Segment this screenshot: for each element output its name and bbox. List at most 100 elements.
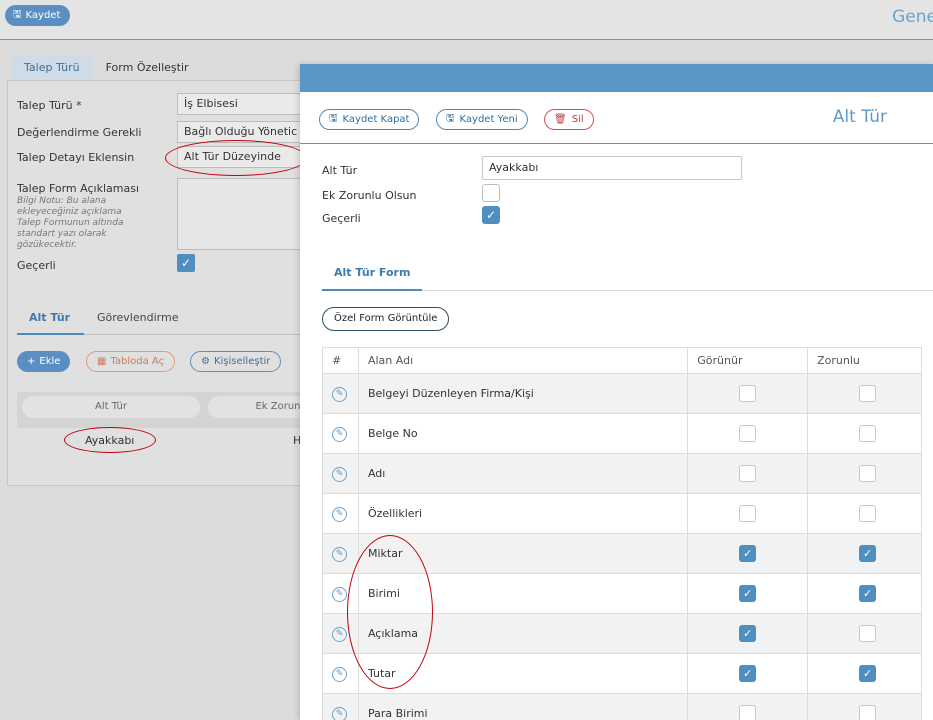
plus-icon: +	[27, 356, 36, 367]
table-row[interactable]: ✎ Para Birimi	[322, 693, 922, 720]
add-button-label: Ekle	[39, 356, 61, 367]
table-row[interactable]: ✎ Açıklama ✓	[322, 613, 922, 654]
gorunur-cell	[687, 693, 809, 720]
save-close-button[interactable]: 🖫 Kaydet Kapat	[319, 109, 420, 130]
open-table-label: Tabloda Aç	[110, 356, 165, 367]
gorunur-checkbox[interactable]	[739, 705, 757, 720]
zorunlu-cell	[807, 693, 922, 720]
gorunur-checkbox[interactable]	[739, 465, 757, 482]
edit-cell[interactable]: ✎	[322, 493, 359, 534]
gorunur-cell: ✓	[687, 573, 809, 614]
save-new-button[interactable]: 🖫 Kaydet Yeni	[436, 109, 528, 130]
aciklama-label: Talep Form Açıklaması	[17, 182, 139, 195]
edit-icon[interactable]: ✎	[332, 426, 347, 442]
edit-cell[interactable]: ✎	[322, 653, 359, 694]
check-icon: ✓	[180, 256, 192, 270]
table-row[interactable]: ✎ Tutar ✓ ✓	[322, 653, 922, 694]
edit-icon[interactable]: ✎	[332, 466, 347, 482]
edit-icon[interactable]: ✎	[332, 506, 347, 522]
zorunlu-cell: ✓	[807, 653, 922, 694]
gecerli-checkbox[interactable]: ✓	[482, 206, 500, 224]
field-name-cell: Belgeyi Düzenleyen Firma/Kişi	[357, 373, 689, 414]
gorunur-checkbox[interactable]: ✓	[739, 585, 757, 602]
edit-cell[interactable]: ✎	[322, 693, 359, 720]
page-title: Gene	[892, 7, 933, 27]
edit-cell[interactable]: ✎	[322, 453, 359, 494]
grid-cell-alt-tur[interactable]: Ayakkabı	[85, 434, 134, 447]
field-name-cell: Belge No	[357, 413, 689, 454]
gorunur-checkbox[interactable]	[739, 505, 757, 522]
gorunur-checkbox[interactable]: ✓	[739, 665, 757, 682]
alt-tur-input[interactable]: Ayakkabı	[482, 156, 742, 180]
zorunlu-checkbox[interactable]	[859, 385, 877, 402]
zorunlu-checkbox[interactable]	[859, 505, 877, 522]
open-table-button[interactable]: ▦ Tabloda Aç	[86, 351, 176, 372]
gear-icon: ⚙	[201, 356, 210, 367]
edit-cell[interactable]: ✎	[322, 533, 359, 574]
save-button-label: Kaydet	[25, 10, 61, 21]
edit-icon[interactable]: ✎	[332, 666, 347, 682]
modal-toolbar: 🖫 Kaydet Kapat 🖫 Kaydet Yeni 🗑 Sil Alt T…	[300, 92, 933, 144]
gecerli-checkbox[interactable]: ✓	[177, 254, 195, 272]
edit-icon[interactable]: ✎	[332, 626, 347, 642]
column-zorunlu[interactable]: Zorunlu	[807, 347, 922, 374]
degerlendirme-select[interactable]: Bağlı Olduğu Yönetic	[177, 121, 317, 143]
detay-select[interactable]: Alt Tür Düzeyinde	[177, 146, 317, 168]
customize-label: Kişiselleştir	[213, 356, 271, 367]
edit-icon[interactable]: ✎	[332, 386, 347, 402]
zorunlu-cell	[807, 413, 922, 454]
custom-form-button[interactable]: Özel Form Görüntüle	[322, 307, 450, 331]
edit-cell[interactable]: ✎	[322, 573, 359, 614]
zorunlu-checkbox[interactable]: ✓	[859, 545, 877, 562]
gorunur-cell: ✓	[687, 613, 809, 654]
add-button[interactable]: + Ekle	[17, 351, 71, 372]
gorunur-checkbox[interactable]: ✓	[739, 625, 757, 642]
table-row[interactable]: ✎ Belge No	[322, 413, 922, 454]
gorunur-cell	[687, 373, 809, 414]
table-row[interactable]: ✎ Adı	[322, 453, 922, 494]
zorunlu-checkbox[interactable]	[859, 465, 877, 482]
gecerli-label: Geçerli	[322, 212, 361, 225]
save-button[interactable]: 🖫 Kaydet	[5, 5, 71, 26]
tab-alt-tur-form[interactable]: Alt Tür Form	[322, 261, 423, 291]
delete-label: Sil	[571, 114, 584, 125]
field-name-cell: Birimi	[357, 573, 689, 614]
edit-cell[interactable]: ✎	[322, 373, 359, 414]
table-row[interactable]: ✎ Özellikleri	[322, 493, 922, 534]
delete-button[interactable]: 🗑 Sil	[544, 109, 594, 130]
table-row[interactable]: ✎ Belgeyi Düzenleyen Firma/Kişi	[322, 373, 922, 414]
field-name-cell: Açıklama	[357, 613, 689, 654]
gorunur-cell	[687, 453, 809, 494]
gorunur-checkbox[interactable]: ✓	[739, 545, 757, 562]
tab-alt-tur[interactable]: Alt Tür	[29, 311, 70, 324]
field-name-cell: Tutar	[357, 653, 689, 694]
zorunlu-checkbox[interactable]	[859, 625, 877, 642]
ek-zorunlu-checkbox[interactable]	[482, 184, 500, 202]
edit-cell[interactable]: ✎	[322, 413, 359, 454]
edit-icon[interactable]: ✎	[332, 706, 347, 720]
table-icon: ▦	[97, 356, 107, 367]
edit-icon[interactable]: ✎	[332, 546, 347, 562]
tab-gorevlendirme[interactable]: Görevlendirme	[97, 311, 178, 324]
gorunur-checkbox[interactable]	[739, 385, 757, 402]
field-name-cell: Adı	[357, 453, 689, 494]
aciklama-textarea[interactable]	[177, 178, 317, 250]
talep-turu-field[interactable]: İş Elbisesi	[177, 93, 317, 115]
gorunur-checkbox[interactable]	[739, 425, 757, 442]
zorunlu-checkbox[interactable]	[859, 425, 877, 442]
zorunlu-checkbox[interactable]	[859, 705, 877, 720]
edit-icon[interactable]: ✎	[332, 586, 347, 602]
column-alan-adi[interactable]: Alan Adı	[357, 347, 689, 374]
edit-cell[interactable]: ✎	[322, 613, 359, 654]
table-row[interactable]: ✎ Birimi ✓ ✓	[322, 573, 922, 614]
column-alt-tur[interactable]: Alt Tür	[22, 396, 200, 418]
customize-button[interactable]: ⚙ Kişiselleştir	[190, 351, 282, 372]
table-row[interactable]: ✎ Miktar ✓ ✓	[322, 533, 922, 574]
zorunlu-checkbox[interactable]: ✓	[859, 585, 877, 602]
zorunlu-checkbox[interactable]: ✓	[859, 665, 877, 682]
column-gorunur[interactable]: Görünür	[687, 347, 809, 374]
modal-header	[300, 64, 933, 92]
column-hash: #	[322, 347, 359, 374]
tab-talep-turu[interactable]: Talep Türü	[11, 55, 93, 80]
tab-form-ozellestir[interactable]: Form Özelleştir	[93, 55, 202, 80]
